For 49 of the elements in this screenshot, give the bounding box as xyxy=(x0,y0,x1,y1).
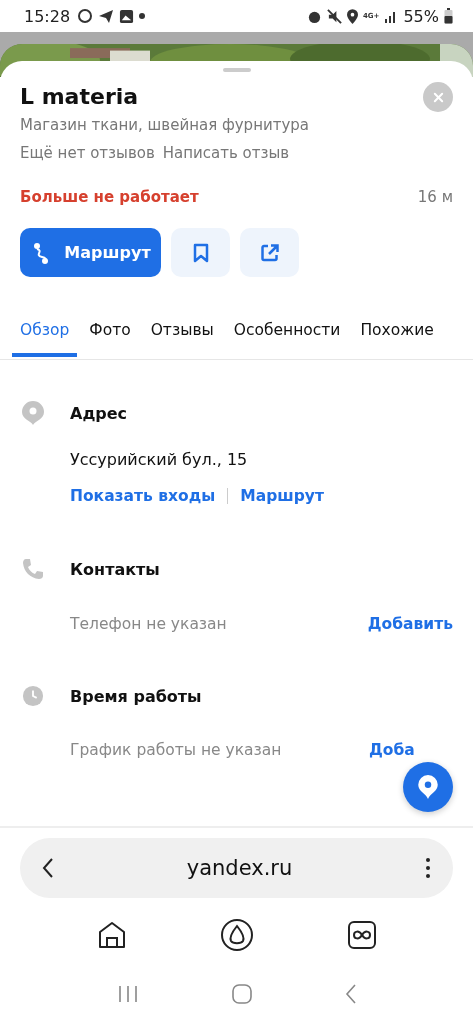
url-text: yandex.ru xyxy=(186,856,293,880)
section-title: Контакты xyxy=(70,559,160,579)
location-button[interactable] xyxy=(403,762,453,812)
write-review-link[interactable]: Написать отзыв xyxy=(162,144,290,162)
image-icon xyxy=(119,8,135,24)
location-pin-icon xyxy=(417,774,439,800)
empty-info-text: График работы не указан xyxy=(70,741,282,759)
mute-icon xyxy=(326,8,342,24)
home-icon[interactable] xyxy=(96,920,127,950)
empty-info-text: Телефон не указан xyxy=(70,615,227,633)
home-nav-icon[interactable] xyxy=(231,984,252,1004)
route-button[interactable]: Маршрут xyxy=(20,228,161,277)
clock-icon xyxy=(20,685,46,707)
tabs-icon[interactable] xyxy=(346,920,377,950)
tab[interactable]: Обзор xyxy=(12,313,78,357)
recent-apps-icon[interactable] xyxy=(116,985,139,1003)
place-category: Магазин ткани, швейная фурнитура xyxy=(19,115,311,134)
more-icon[interactable] xyxy=(425,857,431,879)
battery-icon xyxy=(444,8,453,24)
back-icon[interactable] xyxy=(42,857,54,879)
send-icon xyxy=(98,8,115,24)
back-nav-icon[interactable] xyxy=(344,984,357,1004)
add-link[interactable]: Доба xyxy=(369,741,453,759)
dot-icon xyxy=(139,13,146,19)
section-title: Адрес xyxy=(70,403,128,423)
status-time: 15:28 xyxy=(24,6,71,26)
reviews-count: Ещё нет отзывов xyxy=(20,144,155,162)
bookmark-button[interactable] xyxy=(171,228,230,277)
tab[interactable]: Особенности xyxy=(225,313,349,357)
address-bar[interactable]: yandex.ru xyxy=(20,838,453,898)
location-icon xyxy=(346,8,358,24)
address-text: Уссурийский бул., 15 xyxy=(69,449,249,469)
address-link[interactable]: Показать входы xyxy=(70,487,216,505)
tab[interactable]: Фото xyxy=(81,313,139,357)
address-link[interactable]: Маршрут xyxy=(240,487,324,505)
share-button[interactable] xyxy=(240,228,299,277)
location-pin-icon xyxy=(20,400,46,426)
section-title: Время работы xyxy=(70,686,202,706)
share-icon xyxy=(259,242,280,263)
tab[interactable]: Похожие xyxy=(352,313,442,357)
battery-percent: 55% xyxy=(403,6,439,26)
phone-icon xyxy=(20,557,46,581)
add-link[interactable]: Добавить xyxy=(367,615,453,633)
distance: 16 м xyxy=(417,188,453,206)
assistant-icon[interactable] xyxy=(219,918,254,952)
close-icon xyxy=(432,91,444,103)
tab[interactable]: Отзывы xyxy=(142,313,222,357)
place-title: L materia xyxy=(20,83,139,111)
closed-status: Больше не работает xyxy=(20,188,199,206)
